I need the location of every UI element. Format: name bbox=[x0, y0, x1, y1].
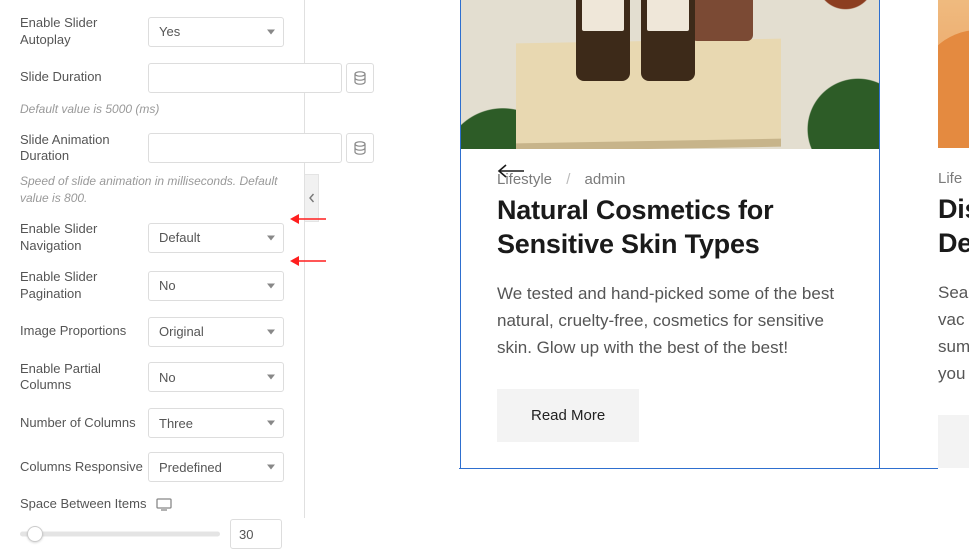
label-anim-duration: Slide Animation Duration bbox=[20, 132, 148, 166]
annotation-arrow bbox=[290, 254, 326, 268]
label-slide-duration: Slide Duration bbox=[20, 69, 148, 86]
row-slide-duration: Slide Duration bbox=[20, 63, 284, 93]
input-slide-duration[interactable] bbox=[148, 63, 342, 93]
label-num-cols: Number of Columns bbox=[20, 415, 148, 432]
label-space: Space Between Items bbox=[20, 496, 146, 513]
select-navigation[interactable]: Default bbox=[148, 223, 284, 253]
post-image bbox=[938, 0, 969, 148]
select-autoplay-value: Yes bbox=[159, 24, 180, 39]
space-range[interactable] bbox=[20, 524, 220, 544]
space-input[interactable] bbox=[230, 519, 282, 549]
row-num-cols: Number of Columns Three bbox=[20, 408, 284, 438]
read-more-button[interactable]: Read More bbox=[497, 389, 639, 442]
select-proportions[interactable]: Original bbox=[148, 317, 284, 347]
chevron-down-icon bbox=[267, 465, 275, 470]
range-track bbox=[20, 532, 220, 537]
label-cols-responsive: Columns Responsive bbox=[20, 459, 148, 476]
select-navigation-value: Default bbox=[159, 230, 200, 245]
post-excerpt: Sea vac sum you bbox=[938, 279, 969, 388]
annotation-arrow bbox=[290, 212, 326, 226]
post-body: Lifestyle / admin Natural Cosmetics for … bbox=[461, 149, 879, 468]
select-proportions-value: Original bbox=[159, 324, 204, 339]
select-num-cols[interactable]: Three bbox=[148, 408, 284, 438]
chevron-down-icon bbox=[267, 29, 275, 34]
row-proportions: Image Proportions Original bbox=[20, 317, 284, 347]
select-pagination-value: No bbox=[159, 278, 176, 293]
post-card[interactable]: Life Dis Des Sea vac sum you bbox=[938, 0, 969, 497]
label-proportions: Image Proportions bbox=[20, 323, 148, 340]
row-space: Space Between Items bbox=[20, 496, 284, 513]
dynamic-tags-button[interactable] bbox=[346, 63, 374, 93]
space-slider-wrap bbox=[20, 519, 284, 549]
label-pagination: Enable Slider Pagination bbox=[20, 269, 148, 303]
select-autoplay[interactable]: Yes bbox=[148, 17, 284, 47]
post-image bbox=[461, 0, 879, 149]
dynamic-tags-button[interactable] bbox=[346, 133, 374, 163]
select-cols-responsive-value: Predefined bbox=[159, 460, 222, 475]
chevron-down-icon bbox=[267, 329, 275, 334]
chevron-left-icon bbox=[308, 193, 315, 203]
row-cols-responsive: Columns Responsive Predefined bbox=[20, 452, 284, 482]
row-partial-cols: Enable Partial Columns No bbox=[20, 361, 284, 395]
arrow-left-icon bbox=[497, 164, 525, 178]
chevron-down-icon bbox=[267, 235, 275, 240]
meta-separator: / bbox=[566, 171, 570, 188]
post-author[interactable]: admin bbox=[585, 171, 626, 188]
database-icon bbox=[354, 141, 366, 155]
row-autoplay: Enable Slider Autoplay Yes bbox=[20, 15, 284, 49]
select-pagination[interactable]: No bbox=[148, 271, 284, 301]
select-partial-cols[interactable]: No bbox=[148, 362, 284, 392]
row-pagination: Enable Slider Pagination No bbox=[20, 269, 284, 303]
slider-prev-arrow[interactable] bbox=[497, 164, 525, 181]
settings-panel: Enable Slider Autoplay Yes Slide Duratio… bbox=[0, 0, 305, 518]
hint-anim-duration: Speed of slide animation in milliseconds… bbox=[20, 173, 284, 207]
chevron-down-icon bbox=[267, 375, 275, 380]
hint-slide-duration: Default value is 5000 (ms) bbox=[20, 101, 284, 118]
label-navigation: Enable Slider Navigation bbox=[20, 221, 148, 255]
post-title[interactable]: Dis Des bbox=[938, 193, 969, 261]
select-partial-cols-value: No bbox=[159, 370, 176, 385]
read-more-button[interactable] bbox=[938, 415, 969, 468]
desktop-icon[interactable] bbox=[156, 498, 172, 511]
row-anim-duration: Slide Animation Duration bbox=[20, 132, 284, 166]
post-meta: Lifestyle / admin bbox=[497, 171, 843, 188]
range-thumb[interactable] bbox=[27, 526, 43, 542]
database-icon bbox=[354, 71, 366, 85]
post-excerpt: We tested and hand-picked some of the be… bbox=[497, 280, 843, 362]
post-category[interactable]: Life bbox=[938, 170, 962, 187]
select-num-cols-value: Three bbox=[159, 416, 193, 431]
post-meta: Life bbox=[938, 170, 969, 187]
label-partial-cols: Enable Partial Columns bbox=[20, 361, 148, 395]
select-cols-responsive[interactable]: Predefined bbox=[148, 452, 284, 482]
chevron-down-icon bbox=[267, 421, 275, 426]
row-navigation: Enable Slider Navigation Default bbox=[20, 221, 284, 255]
input-anim-duration[interactable] bbox=[148, 133, 342, 163]
preview-area: Lifestyle / admin Natural Cosmetics for … bbox=[460, 0, 969, 550]
post-body: Life Dis Des Sea vac sum you bbox=[938, 148, 969, 497]
label-autoplay: Enable Slider Autoplay bbox=[20, 15, 148, 49]
post-card[interactable]: Lifestyle / admin Natural Cosmetics for … bbox=[460, 0, 880, 469]
post-title[interactable]: Natural Cosmetics for Sensitive Skin Typ… bbox=[497, 194, 843, 262]
chevron-down-icon bbox=[267, 283, 275, 288]
